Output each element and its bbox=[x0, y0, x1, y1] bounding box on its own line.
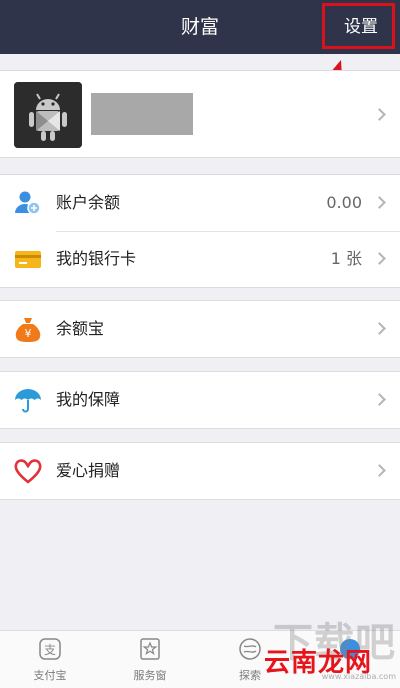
yuebao-group: ¥ 余额宝 bbox=[0, 300, 400, 358]
settings-highlight-box bbox=[322, 3, 395, 49]
tab-bar: 支 支付宝 服务窗 探索 bbox=[0, 630, 400, 688]
chevron-right-icon bbox=[373, 322, 386, 335]
row-label: 我的保障 bbox=[56, 390, 121, 409]
row-value: 1 张 bbox=[330, 249, 362, 268]
chevron-right-icon bbox=[373, 464, 386, 477]
explore-icon bbox=[239, 638, 261, 660]
row-label: 账户余额 bbox=[56, 193, 121, 212]
tab-label: 服务窗 bbox=[133, 669, 167, 682]
username-blurred bbox=[91, 93, 193, 135]
chevron-right-icon bbox=[373, 196, 386, 209]
wealth-icon bbox=[340, 639, 360, 659]
svg-text:支: 支 bbox=[44, 643, 56, 657]
list-item-yuebao[interactable]: ¥ 余额宝 bbox=[0, 301, 400, 357]
list-item-bank-card[interactable]: 我的银行卡 1 张 bbox=[0, 231, 400, 287]
row-label: 爱心捐赠 bbox=[56, 461, 121, 480]
list-item-protection[interactable]: 我的保障 bbox=[0, 372, 400, 428]
protection-group: 我的保障 bbox=[0, 371, 400, 429]
tab-label: 支付宝 bbox=[33, 669, 67, 682]
tab-wealth[interactable] bbox=[300, 631, 400, 688]
list-item-account-balance[interactable]: 账户余额 0.00 bbox=[0, 175, 400, 231]
list-item-charity[interactable]: 爱心捐赠 bbox=[0, 443, 400, 499]
profile-card[interactable] bbox=[0, 70, 400, 158]
tab-explore[interactable]: 探索 bbox=[200, 631, 300, 688]
row-label: 余额宝 bbox=[56, 319, 105, 338]
row-value: 0.00 bbox=[326, 193, 362, 212]
finance-group: 账户余额 0.00 我的银行卡 1 张 bbox=[0, 174, 400, 288]
yuebao-bag-icon: ¥ bbox=[15, 318, 41, 342]
tab-service-window[interactable]: 服务窗 bbox=[100, 631, 200, 688]
tab-alipay[interactable]: 支 支付宝 bbox=[0, 631, 100, 688]
chevron-right-icon bbox=[373, 393, 386, 406]
umbrella-icon bbox=[15, 389, 41, 413]
charity-group: 爱心捐赠 bbox=[0, 442, 400, 500]
android-avatar-icon bbox=[14, 82, 82, 148]
bank-card-icon bbox=[15, 251, 41, 268]
avatar bbox=[14, 82, 82, 148]
tab-label: 探索 bbox=[239, 669, 261, 682]
star-window-icon bbox=[140, 638, 160, 660]
heart-icon bbox=[14, 459, 42, 484]
account-user-icon bbox=[15, 191, 41, 215]
alipay-icon: 支 bbox=[39, 638, 61, 660]
svg-text:¥: ¥ bbox=[25, 327, 32, 340]
chevron-right-icon bbox=[373, 252, 386, 265]
chevron-right-icon bbox=[373, 108, 386, 121]
row-label: 我的银行卡 bbox=[56, 249, 137, 268]
